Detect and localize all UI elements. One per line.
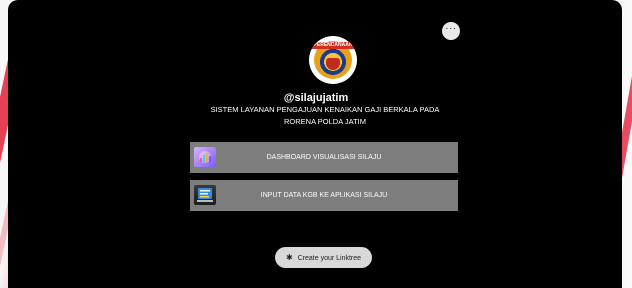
link-dashboard-visualisasi[interactable]: DASHBOARD VISUALISASI SILAJU xyxy=(190,142,458,173)
profile-handle: @silajujatim xyxy=(283,92,349,104)
link-label: DASHBOARD VISUALISASI SILAJU xyxy=(266,154,382,161)
cta-label: Create your Linktree xyxy=(297,255,362,262)
create-linktree-button[interactable]: ✱ Create your Linktree xyxy=(275,247,372,268)
profile-description-line: SISTEM LAYANAN PENGAJUAN KENAIKAN GAJI B… xyxy=(210,105,440,114)
more-options-button[interactable]: ··· xyxy=(442,22,460,40)
linktree-sparkle-icon: ✱ xyxy=(285,253,293,262)
data-entry-icon xyxy=(194,185,216,205)
dashboard-analytics-icon xyxy=(194,147,216,167)
profile-avatar: PERENCANAAN xyxy=(309,36,357,84)
logo-banner-text: PERENCANAAN xyxy=(311,42,355,49)
profile-description-line: RORENA POLDA JATIM xyxy=(284,117,366,126)
profile-description: SISTEM LAYANAN PENGAJUAN KENAIKAN GAJI B… xyxy=(190,104,460,128)
link-label: INPUT DATA KGB KE APLIKASI SILAJU xyxy=(260,192,388,199)
link-input-data-kgb[interactable]: INPUT DATA KGB KE APLIKASI SILAJU xyxy=(190,180,458,211)
